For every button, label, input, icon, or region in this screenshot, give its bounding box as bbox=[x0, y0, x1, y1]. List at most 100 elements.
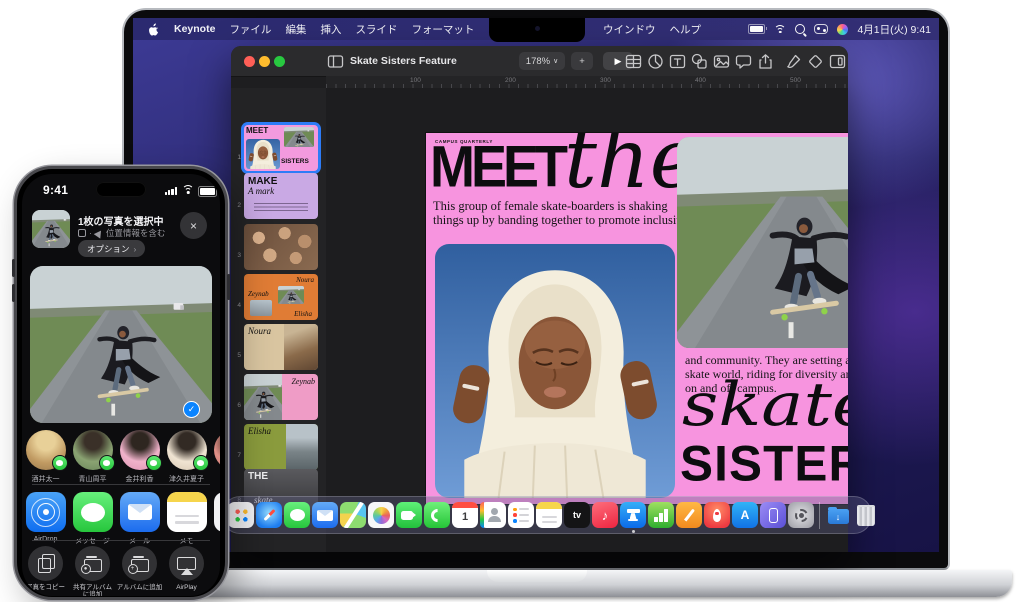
dock-notes-icon[interactable] bbox=[536, 502, 562, 528]
contact-item[interactable]: 青山周平 bbox=[69, 430, 116, 484]
contact-item[interactable]: 酒井太一 bbox=[22, 430, 69, 484]
document-title: Skate Sisters Feature bbox=[350, 55, 457, 67]
wifi-icon[interactable] bbox=[774, 25, 786, 34]
spotlight-icon[interactable] bbox=[795, 24, 805, 34]
close-button[interactable]: × bbox=[180, 212, 207, 239]
dock-photos-icon[interactable] bbox=[368, 502, 394, 528]
table-icon[interactable] bbox=[625, 53, 642, 70]
dock-calendar-icon[interactable]: 1 bbox=[452, 502, 478, 528]
menu-slide[interactable]: スライド bbox=[355, 22, 397, 37]
divider bbox=[32, 540, 210, 541]
options-button[interactable]: オプション › bbox=[78, 240, 145, 257]
notes-app[interactable]: メモ bbox=[163, 492, 210, 546]
selected-photo[interactable] bbox=[30, 266, 212, 423]
slide-1-editor[interactable]: CAMPUS QUARTERLY MEET the This group of … bbox=[426, 133, 848, 504]
menubar-datetime[interactable]: 4月1日(火) 9:41 bbox=[857, 22, 931, 37]
airplay-action[interactable]: AirPlay bbox=[163, 546, 210, 596]
photo-badge-icon bbox=[78, 229, 86, 237]
ruler-tick: 100 bbox=[410, 77, 421, 84]
menu-window[interactable]: ウインドウ bbox=[603, 22, 656, 37]
slide-photo-skateboarder[interactable] bbox=[677, 137, 848, 348]
dock-downloads-icon[interactable]: ↓ bbox=[825, 502, 851, 528]
format-icon[interactable] bbox=[785, 53, 802, 70]
document-icon[interactable] bbox=[829, 53, 846, 70]
battery-icon[interactable] bbox=[748, 24, 765, 34]
window-minimize-button[interactable] bbox=[259, 56, 270, 67]
contact-item-partial[interactable] bbox=[210, 430, 220, 484]
messages-app[interactable]: メッセージ bbox=[69, 492, 116, 546]
share-sheet-title: 1枚の写真を選択中 bbox=[78, 213, 164, 228]
dock-maps-icon[interactable] bbox=[340, 502, 366, 528]
chart-icon[interactable] bbox=[647, 53, 664, 70]
add-slide-button[interactable]: + bbox=[571, 52, 593, 70]
slide-thumbnail-7[interactable]: Elisha bbox=[244, 424, 318, 470]
slide-thumbnail-2[interactable]: MAKE A mark bbox=[244, 173, 318, 219]
dock-messages-icon[interactable] bbox=[284, 502, 310, 528]
dock-phone-icon[interactable] bbox=[424, 502, 450, 528]
side-button bbox=[227, 274, 230, 300]
dock-safari-icon[interactable] bbox=[256, 502, 282, 528]
share-sheet-subtitle: · 位置情報を含む bbox=[78, 227, 165, 239]
sidebar-view-icon[interactable] bbox=[327, 53, 344, 70]
dock-contacts-icon[interactable] bbox=[480, 502, 506, 528]
slide-thumbnail-1[interactable]: MEET SISTERS bbox=[244, 125, 318, 171]
text-icon[interactable] bbox=[669, 53, 686, 70]
dock-reminders-icon[interactable] bbox=[508, 502, 534, 528]
slide-thumbnail-3[interactable] bbox=[244, 224, 318, 270]
dock-launchpad-icon[interactable] bbox=[228, 502, 254, 528]
slide-thumbnail-5[interactable]: Noura bbox=[244, 324, 318, 370]
window-zoom-button[interactable] bbox=[274, 56, 285, 67]
window-close-button[interactable] bbox=[244, 56, 255, 67]
menu-edit[interactable]: 編集 bbox=[285, 22, 306, 37]
menu-help[interactable]: ヘルプ bbox=[670, 22, 702, 37]
add-to-shared-album-action[interactable]: ● 共有アルバム に追加 bbox=[69, 546, 116, 596]
menubar-app-name[interactable]: Keynote bbox=[174, 23, 215, 35]
keynote-toolbar: Skate Sisters Feature 178%∨ + ▶ bbox=[231, 46, 848, 77]
comment-icon[interactable] bbox=[735, 53, 752, 70]
scene: Keynote ファイル 編集 挿入 スライド フォーマット 配置 表示 再生 … bbox=[0, 0, 1030, 602]
shape-icon[interactable] bbox=[691, 53, 708, 70]
animate-icon[interactable] bbox=[807, 53, 824, 70]
slide-canvas: CAMPUS QUARTERLY MEET the This group of … bbox=[326, 88, 848, 552]
share-icon[interactable] bbox=[757, 53, 774, 70]
dock-rocket-icon[interactable] bbox=[704, 502, 730, 528]
slide-navigator: 1 MEET SISTERS 2 MAKE A mark 3 4 Noura bbox=[231, 88, 327, 552]
iphone-status-time: 9:41 bbox=[43, 183, 68, 197]
contact-item[interactable]: 金井利香 bbox=[116, 430, 163, 484]
app-partial[interactable] bbox=[210, 492, 220, 546]
share-actions-row: 写真をコピー ● 共有アルバム に追加 + アルバムに追加 AirPlay bbox=[22, 546, 220, 596]
contact-item[interactable]: 津久井夏子 bbox=[163, 430, 210, 484]
dock-trash-icon[interactable] bbox=[853, 502, 879, 528]
dock-facetime-icon[interactable] bbox=[396, 502, 422, 528]
dock-appletv-icon[interactable]: tv bbox=[564, 502, 590, 528]
dock-settings-icon[interactable] bbox=[788, 502, 814, 528]
dock-mail-icon[interactable] bbox=[312, 502, 338, 528]
apple-logo-icon[interactable] bbox=[149, 23, 160, 36]
macbook-lid-notch bbox=[487, 570, 587, 582]
dock-appstore-icon[interactable]: A bbox=[732, 502, 758, 528]
avatar bbox=[167, 430, 207, 470]
slide-photo-hijab[interactable] bbox=[435, 244, 675, 498]
dock-pages-icon[interactable] bbox=[676, 502, 702, 528]
siri-icon[interactable] bbox=[837, 24, 848, 35]
airdrop-app[interactable]: AirDrop bbox=[22, 492, 69, 546]
share-photo-thumbnail bbox=[32, 210, 70, 248]
dynamic-island bbox=[96, 182, 146, 197]
menu-insert[interactable]: 挿入 bbox=[320, 22, 341, 37]
dock-keynote-icon[interactable] bbox=[620, 502, 646, 528]
dock-iphone-mirroring-icon[interactable] bbox=[760, 502, 786, 528]
media-icon[interactable] bbox=[713, 53, 730, 70]
location-arrow-icon bbox=[94, 228, 105, 238]
control-center-icon[interactable] bbox=[814, 24, 828, 34]
menu-format[interactable]: フォーマット bbox=[411, 22, 474, 37]
copy-photo-action[interactable]: 写真をコピー bbox=[22, 546, 69, 596]
add-to-album-action[interactable]: + アルバムに追加 bbox=[116, 546, 163, 596]
camera-icon bbox=[535, 26, 540, 31]
menu-file[interactable]: ファイル bbox=[229, 22, 271, 37]
mail-app[interactable]: メール bbox=[116, 492, 163, 546]
zoom-level-dropdown[interactable]: 178%∨ bbox=[519, 52, 565, 70]
slide-thumbnail-4[interactable]: Noura Zeynab Elisha bbox=[244, 274, 318, 320]
slide-thumbnail-6[interactable]: Zeynab bbox=[244, 374, 318, 420]
dock-music-icon[interactable]: ♪ bbox=[592, 502, 618, 528]
dock-numbers-icon[interactable] bbox=[648, 502, 674, 528]
